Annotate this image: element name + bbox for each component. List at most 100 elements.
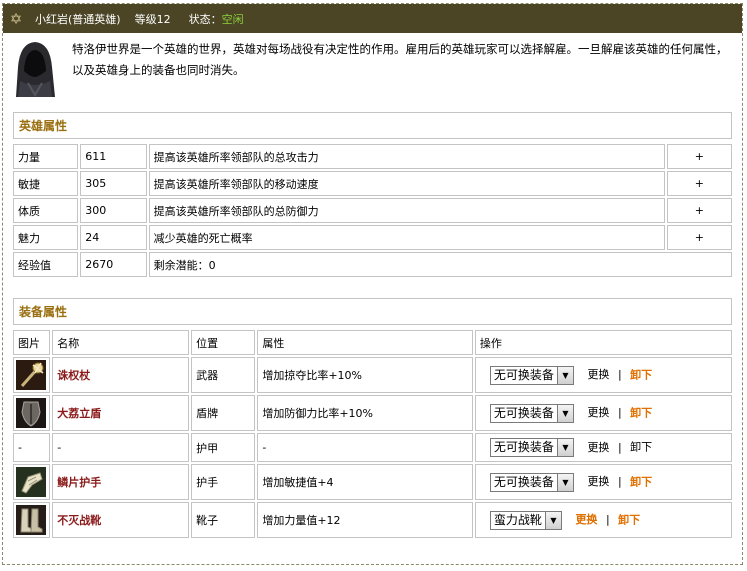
chevron-down-icon: ▼ — [544, 511, 561, 529]
equip-slot: 护手 — [191, 464, 256, 500]
unload-button[interactable]: 卸下 — [618, 513, 640, 526]
star-icon: ✡ — [9, 9, 23, 28]
equip-select[interactable]: 无可换装备 ▼ — [489, 472, 574, 492]
equip-attr: 增加力量值+12 — [257, 502, 473, 538]
chevron-down-icon: ▼ — [556, 404, 573, 422]
add-strength-button[interactable]: + — [666, 144, 732, 169]
change-button[interactable]: 更换 — [587, 475, 609, 488]
attr-name: 体质 — [13, 198, 79, 223]
col-header-name: 名称 — [52, 330, 190, 355]
equip-attr: - — [257, 433, 473, 462]
equip-name: 大荔立盾 — [52, 395, 190, 431]
col-header-attr: 属性 — [257, 330, 473, 355]
attr-desc: 减少英雄的死亡概率 — [148, 225, 665, 250]
equip-attr: 增加敏捷值+4 — [257, 464, 473, 500]
col-header-action: 操作 — [474, 330, 732, 355]
equip-slot: 盾牌 — [191, 395, 256, 431]
hero-attr-table: 力量 611 提高该英雄所率领部队的总攻击力 + 敏捷 305 提高该英雄所率领… — [11, 142, 734, 279]
scepter-icon — [16, 360, 46, 390]
status-value: 空闲 — [221, 12, 244, 26]
equip-select[interactable]: 无可换装备 ▼ — [489, 365, 574, 385]
hero-description: 特洛伊世界是一个英雄的世界，英雄对每场战役有决定性的作用。雇用后的英雄玩家可以选… — [72, 42, 728, 77]
equip-actions: 无可换装备 ▼ 更换 | 卸下 — [474, 395, 732, 431]
separator: | — [617, 475, 622, 488]
attr-row: 敏捷 305 提高该英雄所率领部队的移动速度 + — [13, 171, 732, 196]
attr-row: 体质 300 提高该英雄所率领部队的总防御力 + — [13, 198, 732, 223]
equip-row: 鳞片护手 护手 增加敏捷值+4 无可换装备 ▼ 更换 | 卸下 — [13, 464, 732, 500]
status-label: 状态： — [188, 12, 222, 26]
attr-desc: 提高该英雄所率领部队的总攻击力 — [148, 144, 665, 169]
equip-section-title: 装备属性 — [13, 298, 732, 325]
attr-desc: 提高该英雄所率领部队的总防御力 — [148, 198, 665, 223]
gauntlet-icon — [16, 467, 46, 497]
equip-picture — [13, 502, 51, 538]
equip-picture — [13, 395, 51, 431]
separator: | — [605, 513, 610, 526]
equip-select[interactable]: 蛮力战靴 ▼ — [489, 510, 562, 530]
equip-actions: 无可换装备 ▼ 更换 | 卸下 — [474, 433, 732, 462]
attr-name: 力量 — [13, 144, 79, 169]
exp-label: 经验值 — [13, 252, 79, 277]
attr-name: 魅力 — [13, 225, 79, 250]
attr-value: 300 — [80, 198, 147, 223]
unload-button[interactable]: 卸下 — [630, 475, 652, 488]
equip-row: 大荔立盾 盾牌 增加防御力比率+10% 无可换装备 ▼ 更换 | 卸下 — [13, 395, 732, 431]
unload-button[interactable]: 卸下 — [630, 368, 652, 381]
add-charm-button[interactable]: + — [666, 225, 732, 250]
unload-button[interactable]: 卸下 — [630, 441, 652, 454]
hero-level: 等级12 — [134, 12, 171, 26]
change-button[interactable]: 更换 — [587, 368, 609, 381]
add-agility-button[interactable]: + — [666, 171, 732, 196]
equip-name: 不灭战靴 — [52, 502, 190, 538]
equip-select-value: 无可换装备 — [493, 405, 554, 420]
separator: | — [617, 406, 622, 419]
separator: | — [617, 440, 622, 454]
hero-attr-section-title: 英雄属性 — [13, 112, 732, 139]
equip-picture: - — [13, 433, 51, 462]
equip-name: - — [52, 433, 190, 462]
remaining-potential: 剩余潜能：0 — [148, 252, 732, 277]
equip-row: - - 护甲 - 无可换装备 ▼ 更换 | 卸下 — [13, 433, 732, 462]
chevron-down-icon: ▼ — [556, 366, 573, 384]
equip-attr: 增加防御力比率+10% — [257, 395, 473, 431]
chevron-down-icon: ▼ — [556, 439, 573, 456]
equip-slot: 武器 — [191, 357, 256, 393]
hero-avatar — [8, 37, 60, 97]
attr-value: 611 — [80, 144, 147, 169]
change-button[interactable]: 更换 — [587, 406, 609, 419]
equip-select[interactable]: 无可换装备 ▼ — [489, 403, 574, 423]
equip-slot: 靴子 — [191, 502, 256, 538]
exp-value: 2670 — [80, 252, 147, 277]
equip-header-row: 图片 名称 位置 属性 操作 — [13, 330, 732, 355]
equip-actions: 蛮力战靴 ▼ 更换 | 卸下 — [474, 502, 732, 538]
equip-select-value: 无可换装备 — [493, 440, 554, 454]
equip-name: 鳞片护手 — [52, 464, 190, 500]
equip-actions: 无可换装备 ▼ 更换 | 卸下 — [474, 464, 732, 500]
equip-picture — [13, 357, 51, 393]
change-button[interactable]: 更换 — [587, 441, 609, 454]
attr-row: 力量 611 提高该英雄所率领部队的总攻击力 + — [13, 144, 732, 169]
equip-select[interactable]: 无可换装备 ▼ — [489, 438, 574, 457]
boots-icon — [16, 505, 46, 535]
col-header-slot: 位置 — [191, 330, 256, 355]
attr-row: 魅力 24 减少英雄的死亡概率 + — [13, 225, 732, 250]
hero-name: 小红岩(普通英雄) — [35, 12, 121, 26]
attr-value: 305 — [80, 171, 147, 196]
chevron-down-icon: ▼ — [556, 473, 573, 491]
add-constitution-button[interactable]: + — [666, 198, 732, 223]
equip-select-value: 无可换装备 — [493, 367, 554, 382]
attr-value: 24 — [80, 225, 147, 250]
hero-title-bar: ✡ 小红岩(普通英雄) 等级12 状态： 空闲 — [3, 4, 742, 33]
attr-name: 敏捷 — [13, 171, 79, 196]
equip-select-value: 无可换装备 — [493, 474, 554, 489]
equip-table: 图片 名称 位置 属性 操作 诛权杖 武器 增加掠夺比率+10% 无可换装备 ▼… — [11, 328, 734, 540]
hero-description-area: 特洛伊世界是一个英雄的世界，英雄对每场战役有决定性的作用。雇用后的英雄玩家可以选… — [8, 37, 738, 103]
equip-row: 不灭战靴 靴子 增加力量值+12 蛮力战靴 ▼ 更换 | 卸下 — [13, 502, 732, 538]
unload-button[interactable]: 卸下 — [630, 406, 652, 419]
equip-name: 诛权杖 — [52, 357, 190, 393]
col-header-picture: 图片 — [13, 330, 51, 355]
separator: | — [617, 368, 622, 381]
change-button[interactable]: 更换 — [575, 513, 597, 526]
equip-actions: 无可换装备 ▼ 更换 | 卸下 — [474, 357, 732, 393]
attr-desc: 提高该英雄所率领部队的移动速度 — [148, 171, 665, 196]
